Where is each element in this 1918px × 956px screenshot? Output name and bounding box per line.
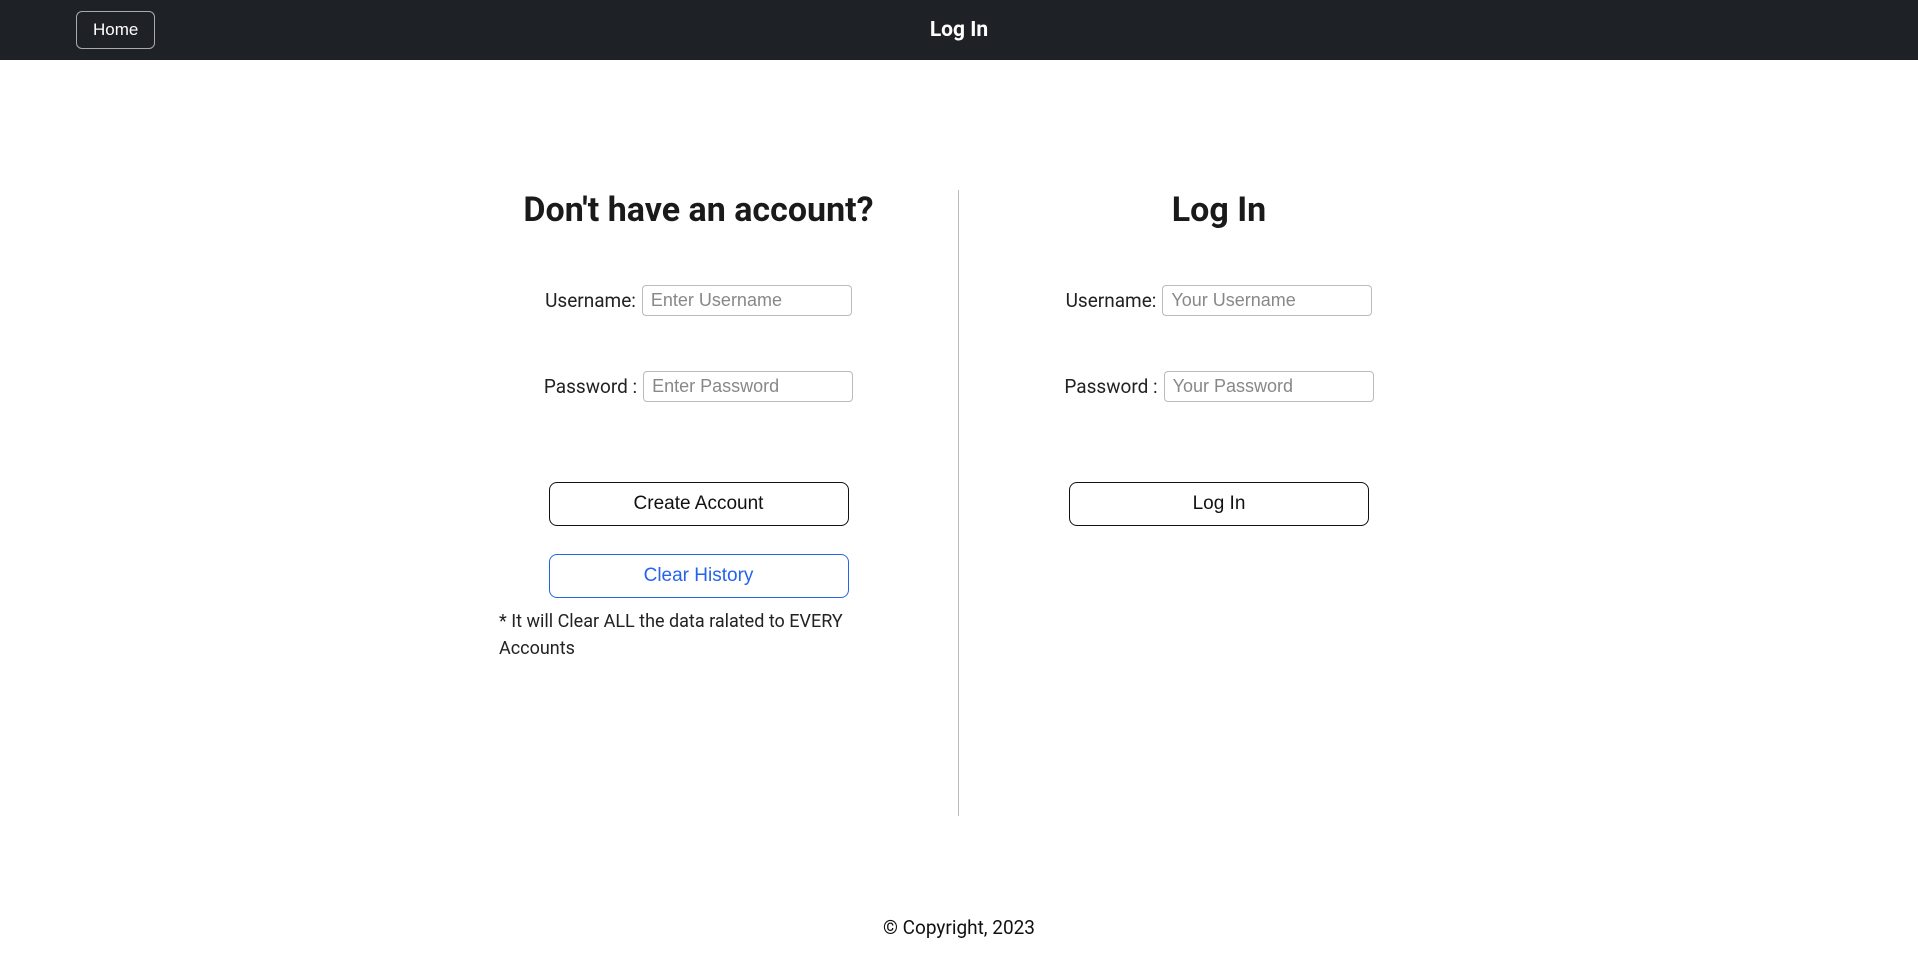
signup-password-label: Password : — [544, 375, 637, 398]
login-username-row: Username: — [1019, 285, 1419, 316]
login-button[interactable]: Log In — [1069, 482, 1369, 526]
footer-copyright: © Copyright, 2023 — [0, 896, 1918, 949]
clear-history-warning: * It will Clear ALL the data ralated to … — [499, 608, 859, 662]
home-button[interactable]: Home — [76, 11, 155, 49]
signup-password-row: Password : — [499, 371, 898, 402]
login-password-row: Password : — [1019, 371, 1419, 402]
navbar: Home Log In — [0, 0, 1918, 60]
clear-history-button[interactable]: Clear History — [549, 554, 849, 598]
login-username-label: Username: — [1066, 289, 1157, 312]
signup-username-input[interactable] — [642, 285, 852, 316]
page-title: Log In — [930, 18, 988, 42]
signup-username-row: Username: — [499, 285, 898, 316]
signup-heading: Don't have an account? — [523, 190, 873, 230]
login-password-label: Password : — [1064, 375, 1157, 398]
create-account-button[interactable]: Create Account — [549, 482, 849, 526]
login-username-input[interactable] — [1162, 285, 1372, 316]
signup-password-input[interactable] — [643, 371, 853, 402]
login-panel: Log In Username: Password : Log In — [959, 190, 1479, 816]
login-password-input[interactable] — [1164, 371, 1374, 402]
main-content: Don't have an account? Username: Passwor… — [0, 60, 1918, 896]
signup-panel: Don't have an account? Username: Passwor… — [439, 190, 959, 816]
login-heading: Log In — [1172, 190, 1266, 230]
signup-username-label: Username: — [545, 289, 636, 312]
